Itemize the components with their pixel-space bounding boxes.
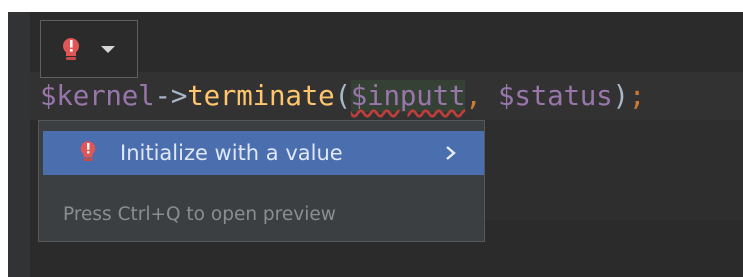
chevron-down-icon <box>101 46 115 53</box>
arrow-operator: -> <box>154 80 188 112</box>
initialize-with-value-item[interactable]: Initialize with a value <box>43 131 484 175</box>
editor-gutter <box>8 12 30 277</box>
function-name: terminate <box>187 80 335 112</box>
item-label: Initialize with a value <box>120 141 343 165</box>
chevron-right-icon[interactable] <box>444 145 458 165</box>
red-bulb-icon <box>79 140 97 168</box>
semicolon: ; <box>628 80 646 112</box>
close-paren: ) <box>612 80 630 112</box>
comma: , <box>465 80 499 112</box>
variable-kernel: $kernel <box>40 80 155 112</box>
intention-actions-button[interactable] <box>40 20 138 78</box>
variable-status: $status <box>498 80 613 112</box>
intention-popup: Initialize with a value Press Ctrl+Q to … <box>38 120 485 242</box>
open-paren: ( <box>334 80 351 112</box>
undefined-variable-inputt[interactable]: $inputt <box>350 80 465 112</box>
preview-hint: Press Ctrl+Q to open preview <box>63 204 336 225</box>
editor-background-region <box>485 120 743 220</box>
code-line[interactable]: $kernel->terminate($inputt, $status); <box>40 78 645 114</box>
red-bulb-icon <box>61 37 81 67</box>
